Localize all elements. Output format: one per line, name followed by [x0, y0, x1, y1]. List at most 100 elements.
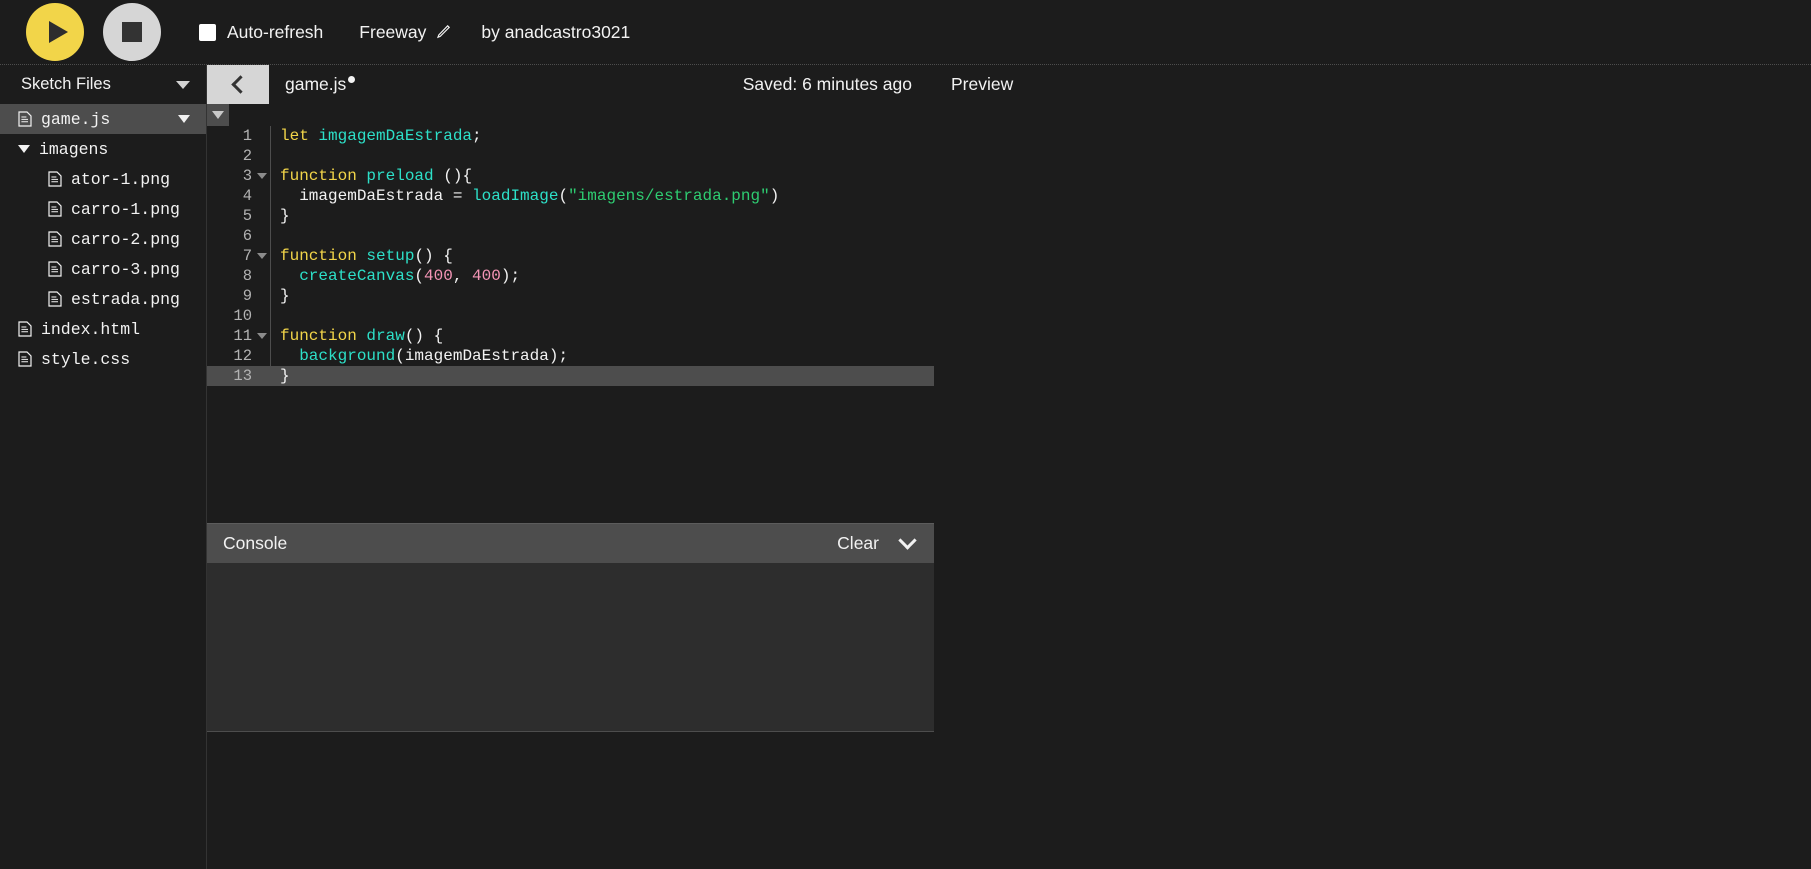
code-fold-toggle-icon[interactable] — [254, 253, 270, 259]
file-tree-item-index-html[interactable]: index.html — [0, 314, 206, 344]
main-body: Sketch Files game.js imagens ator-1.png car… — [0, 65, 1811, 869]
line-number: 8 — [242, 267, 252, 285]
code-token: (){ — [433, 167, 473, 185]
code-line[interactable]: 9} — [207, 286, 934, 306]
chevron-down-icon[interactable] — [898, 531, 917, 550]
line-number: 4 — [242, 187, 252, 205]
code-token: imagemDaEstrada = — [280, 187, 473, 205]
sketch-name[interactable]: Freeway — [359, 22, 451, 43]
code-line-text: } — [271, 287, 290, 305]
code-line[interactable]: 3 function preload (){ — [207, 166, 934, 186]
sidebar-options-caret-icon[interactable] — [176, 80, 190, 89]
file-tree-item-label: ator-1.png — [71, 169, 171, 189]
file-tree-item-label: game.js — [41, 109, 111, 129]
file-tree-item-game-js[interactable]: game.js — [0, 104, 206, 134]
unsaved-changes-dot — [348, 76, 356, 83]
file-tree-item-style-css[interactable]: style.css — [0, 344, 206, 374]
line-number: 13 — [233, 367, 252, 385]
current-file-tab: game.js — [285, 74, 356, 95]
console-actions: Clear — [837, 531, 917, 554]
code-token: let — [280, 127, 319, 145]
file-tree-item-estrada-png[interactable]: estrada.png — [0, 284, 206, 314]
code-line[interactable]: 8 createCanvas(400, 400); — [207, 266, 934, 286]
file-tree: game.js imagens ator-1.png carro-1.png carro… — [0, 104, 206, 374]
code-token: ( — [414, 267, 425, 285]
line-number: 10 — [233, 307, 252, 325]
file-tree-item-imagens[interactable]: imagens — [0, 134, 206, 164]
code-token: background — [299, 347, 396, 365]
code-line[interactable]: 11 function draw() { — [207, 326, 934, 346]
editor-header: game.js Saved: 6 minutes ago — [207, 65, 934, 104]
file-tree-item-label: carro-2.png — [71, 229, 180, 249]
code-line[interactable]: 13} — [207, 366, 934, 386]
play-icon — [48, 21, 68, 43]
code-line-text: } — [271, 367, 290, 385]
console-clear-button[interactable]: Clear — [837, 533, 879, 554]
code-editor[interactable]: 1 let imgagemDaEstrada; 2 3 function preload… — [207, 104, 934, 523]
line-number: 5 — [242, 207, 252, 225]
preview-header: Preview — [934, 65, 1811, 104]
line-number: 9 — [242, 287, 252, 305]
auto-refresh-label: Auto-refresh — [227, 21, 324, 42]
code-token: } — [280, 367, 290, 385]
current-file-name: game.js — [285, 74, 347, 94]
sidebar-header: Sketch Files — [0, 65, 206, 104]
file-options-caret-icon[interactable] — [178, 115, 190, 123]
code-fold-toggle-icon[interactable] — [254, 333, 270, 339]
code-token: setup — [366, 247, 415, 265]
code-lines[interactable]: 1 let imgagemDaEstrada; 2 3 function preload… — [207, 104, 934, 523]
file-tree-item-carro-3-png[interactable]: carro-3.png — [0, 254, 206, 284]
file-tree-item-label: estrada.png — [71, 289, 180, 309]
file-icon — [18, 111, 32, 127]
code-line[interactable]: 7 function setup() { — [207, 246, 934, 266]
code-token: } — [280, 287, 290, 305]
code-token: loadImage — [472, 187, 559, 205]
p5-web-editor: Auto-refresh Freeway by anadcastro3021 S… — [0, 0, 1811, 869]
stop-icon — [122, 22, 142, 42]
code-line[interactable]: 1 let imgagemDaEstrada; — [207, 126, 934, 146]
code-token: createCanvas — [299, 267, 415, 285]
code-token: () { — [414, 247, 453, 265]
auto-refresh-checkbox[interactable] — [199, 23, 216, 41]
file-icon — [18, 321, 32, 337]
sidebar: Sketch Files game.js imagens ator-1.png car… — [0, 65, 207, 869]
auto-refresh-toggle[interactable]: Auto-refresh — [199, 22, 323, 43]
code-line-text: function preload (){ — [271, 167, 472, 185]
collapse-sidebar-button[interactable] — [207, 65, 269, 104]
code-line[interactable]: 6 — [207, 226, 934, 246]
file-icon — [48, 261, 62, 277]
line-number: 7 — [242, 247, 252, 265]
file-tree-item-label: index.html — [41, 319, 141, 339]
file-icon — [18, 351, 32, 367]
code-fold-toggle-icon[interactable] — [254, 173, 270, 179]
code-line[interactable]: 10 — [207, 306, 934, 326]
console-output — [207, 563, 934, 731]
code-line[interactable]: 12 background(imagemDaEstrada); — [207, 346, 934, 366]
file-tree-item-carro-1-png[interactable]: carro-1.png — [0, 194, 206, 224]
code-line[interactable]: 5} — [207, 206, 934, 226]
code-line[interactable]: 2 — [207, 146, 934, 166]
toolbar: Auto-refresh Freeway by anadcastro3021 — [0, 0, 1811, 65]
preview-frame[interactable] — [934, 104, 1811, 869]
code-token: "imagens/estrada.png" — [568, 187, 770, 205]
line-number: 3 — [242, 167, 252, 185]
code-token: ); — [500, 267, 521, 285]
file-tree-item-ator-1-png[interactable]: ator-1.png — [0, 164, 206, 194]
code-token: 400 — [472, 267, 501, 285]
code-token: ); — [548, 347, 569, 365]
preview-column: Preview — [934, 65, 1811, 869]
pencil-icon[interactable] — [435, 24, 451, 40]
file-tree-item-label: imagens — [39, 139, 109, 159]
code-token: ( — [395, 347, 405, 365]
code-line[interactable]: 4 imagemDaEstrada = loadImage("imagens/e… — [207, 186, 934, 206]
play-button[interactable] — [26, 3, 84, 61]
code-token: } — [280, 207, 290, 225]
file-tree-item-carro-2-png[interactable]: carro-2.png — [0, 224, 206, 254]
stop-button[interactable] — [103, 3, 161, 61]
line-number: 1 — [242, 127, 252, 145]
console-header: Console Clear — [207, 523, 934, 563]
code-line-text: let imgagemDaEstrada; — [271, 127, 482, 145]
file-icon — [48, 231, 62, 247]
file-icon — [48, 291, 62, 307]
